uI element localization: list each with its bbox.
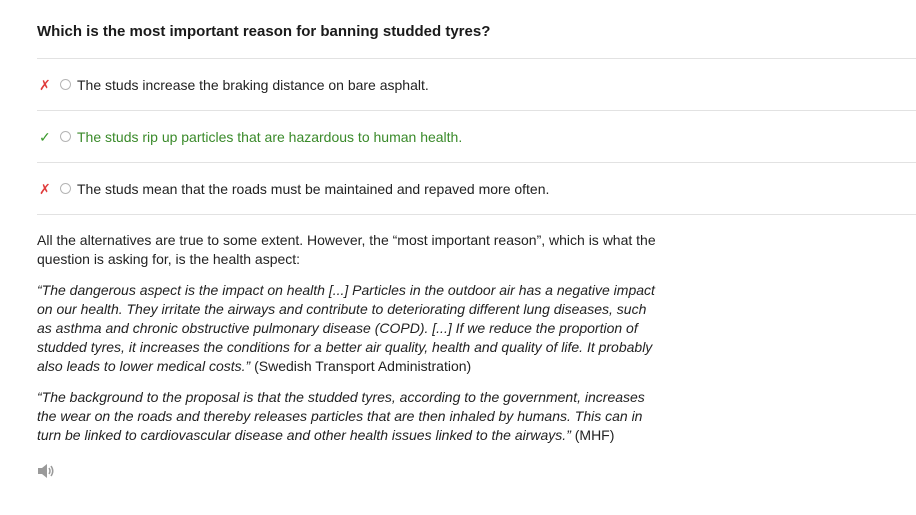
radio-button[interactable]: [60, 183, 71, 194]
radio-button[interactable]: [60, 131, 71, 142]
explanation-quote-1: “The dangerous aspect is the impact on h…: [37, 281, 657, 376]
explanation: All the alternatives are true to some ex…: [37, 231, 657, 457]
check-icon: ✓: [39, 128, 51, 145]
option-label: The studs mean that the roads must be ma…: [77, 180, 550, 197]
answer-options: ✗ The studs increase the braking distanc…: [37, 58, 916, 215]
option-label: The studs rip up particles that are haza…: [77, 128, 463, 145]
explanation-quote-2: “The background to the proposal is that …: [37, 388, 657, 445]
option-label: The studs increase the braking distance …: [77, 76, 429, 93]
quote-source: (MHF): [574, 427, 615, 443]
answer-option-2[interactable]: ✓ The studs rip up particles that are ha…: [37, 110, 916, 162]
quote-text: “The background to the proposal is that …: [37, 389, 645, 443]
question-title: Which is the most important reason for b…: [37, 23, 491, 40]
answer-option-1[interactable]: ✗ The studs increase the braking distanc…: [37, 58, 916, 110]
speaker-icon[interactable]: [37, 463, 55, 479]
answer-option-3[interactable]: ✗ The studs mean that the roads must be …: [37, 162, 916, 215]
radio-button[interactable]: [60, 79, 71, 90]
cross-icon: ✗: [39, 76, 51, 93]
explanation-intro: All the alternatives are true to some ex…: [37, 232, 656, 267]
cross-icon: ✗: [39, 180, 51, 197]
quote-source: (Swedish Transport Administration): [254, 358, 472, 374]
quiz-page: Which is the most important reason for b…: [0, 0, 916, 515]
